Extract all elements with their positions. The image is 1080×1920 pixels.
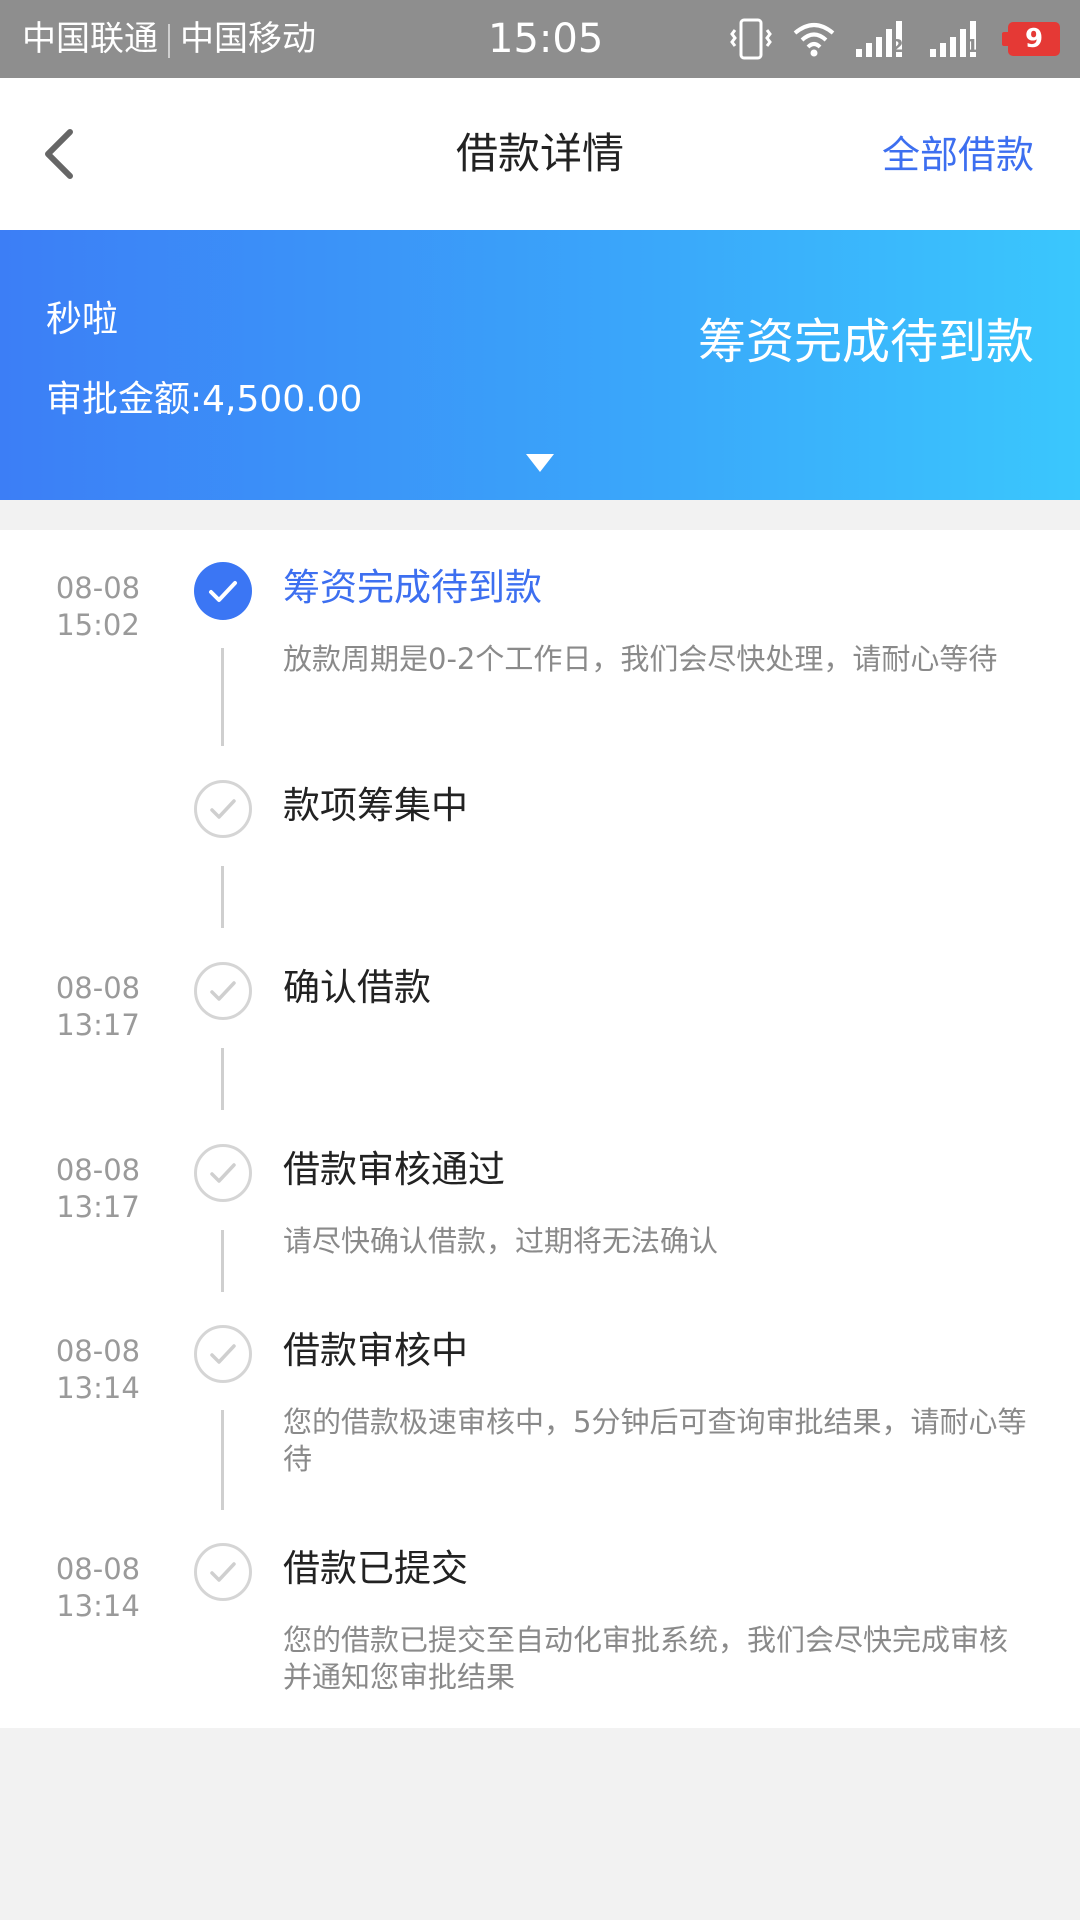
check-circle-icon	[194, 1325, 252, 1383]
approved-amount-label: 审批金额:	[46, 379, 203, 420]
approved-amount: 审批金额:4,500.00	[46, 376, 362, 424]
triangle-down-icon[interactable]	[524, 452, 556, 474]
step-time: 13:14	[56, 1589, 140, 1623]
step-datetime: 08-08 13:17	[36, 970, 160, 1044]
step-datetime: 08-08 15:02	[36, 570, 160, 644]
battery-level: 9	[1008, 22, 1060, 56]
timeline-connector	[221, 1230, 224, 1292]
step-time: 15:02	[56, 608, 140, 642]
loan-progress-timeline: 08-08 15:02 筹资完成待到款 放款周期是0-2个工作日，我们会尽快处理…	[0, 530, 1080, 1728]
timeline-connector	[221, 1410, 224, 1510]
step-date: 08-08	[55, 971, 141, 1005]
approved-amount-value: 4,500.00	[202, 379, 363, 420]
step-title: 筹资完成待到款	[283, 566, 542, 609]
step-description: 您的借款已提交至自动化审批系统，我们会尽快完成审核并通知您审批结果	[283, 1623, 1009, 1694]
sim1-badge: 2	[891, 36, 904, 57]
step-description: 请尽快确认借款，过期将无法确认	[283, 1224, 719, 1258]
step-time: 13:17	[56, 1190, 140, 1224]
timeline-connector	[221, 648, 224, 746]
step-time: 13:14	[56, 1371, 140, 1405]
carrier-separator	[168, 23, 170, 58]
step-date: 08-08	[55, 1334, 141, 1368]
carrier-1: 中国联通	[22, 19, 158, 59]
step-title: 借款审核中	[283, 1329, 468, 1372]
signal-sim1-icon: 2	[854, 19, 910, 59]
step-datetime: 08-08 13:14	[36, 1551, 160, 1625]
status-bar: 中国联通 中国移动 15:05 2 1 9	[0, 0, 1080, 78]
step-datetime: 08-08 13:14	[36, 1333, 160, 1407]
status-time: 15:05	[488, 16, 604, 62]
timeline-connector	[221, 866, 224, 928]
check-circle-icon	[194, 780, 252, 838]
step-datetime: 08-08 13:17	[36, 1152, 160, 1226]
nav-bar: 借款详情 全部借款	[0, 78, 1080, 230]
step-title: 借款已提交	[283, 1547, 468, 1590]
check-circle-icon	[194, 1543, 252, 1601]
check-circle-icon	[194, 962, 252, 1020]
loan-summary-banner[interactable]: 秒啦 审批金额:4,500.00 筹资完成待到款	[0, 230, 1080, 500]
sim2-badge: 1	[966, 36, 979, 57]
step-description: 放款周期是0-2个工作日，我们会尽快处理，请耐心等待	[283, 642, 998, 676]
carrier-2: 中国移动	[180, 19, 316, 59]
timeline-connector	[221, 1048, 224, 1110]
signal-sim2-icon: 1	[928, 19, 984, 59]
all-loans-link[interactable]: 全部借款	[882, 130, 1034, 180]
step-date: 08-08	[55, 1552, 141, 1586]
status-icons: 2 1 9	[728, 16, 1060, 62]
carrier-info: 中国联通 中国移动	[22, 17, 316, 61]
step-title: 借款审核通过	[283, 1148, 505, 1191]
loan-status: 筹资完成待到款	[697, 314, 1034, 370]
step-date: 08-08	[55, 571, 141, 605]
battery-icon: 9	[1002, 22, 1060, 56]
step-time: 13:17	[56, 1008, 140, 1042]
step-description: 您的借款极速审核中，5分钟后可查询审批结果，请耐心等待	[283, 1405, 1027, 1476]
step-title: 确认借款	[283, 966, 431, 1009]
product-name: 秒啦	[46, 299, 119, 340]
step-date: 08-08	[55, 1153, 141, 1187]
step-title: 款项筹集中	[283, 784, 468, 827]
check-circle-icon	[194, 562, 252, 620]
check-circle-icon	[194, 1144, 252, 1202]
vibrate-icon	[730, 18, 772, 60]
wifi-icon	[793, 23, 835, 57]
